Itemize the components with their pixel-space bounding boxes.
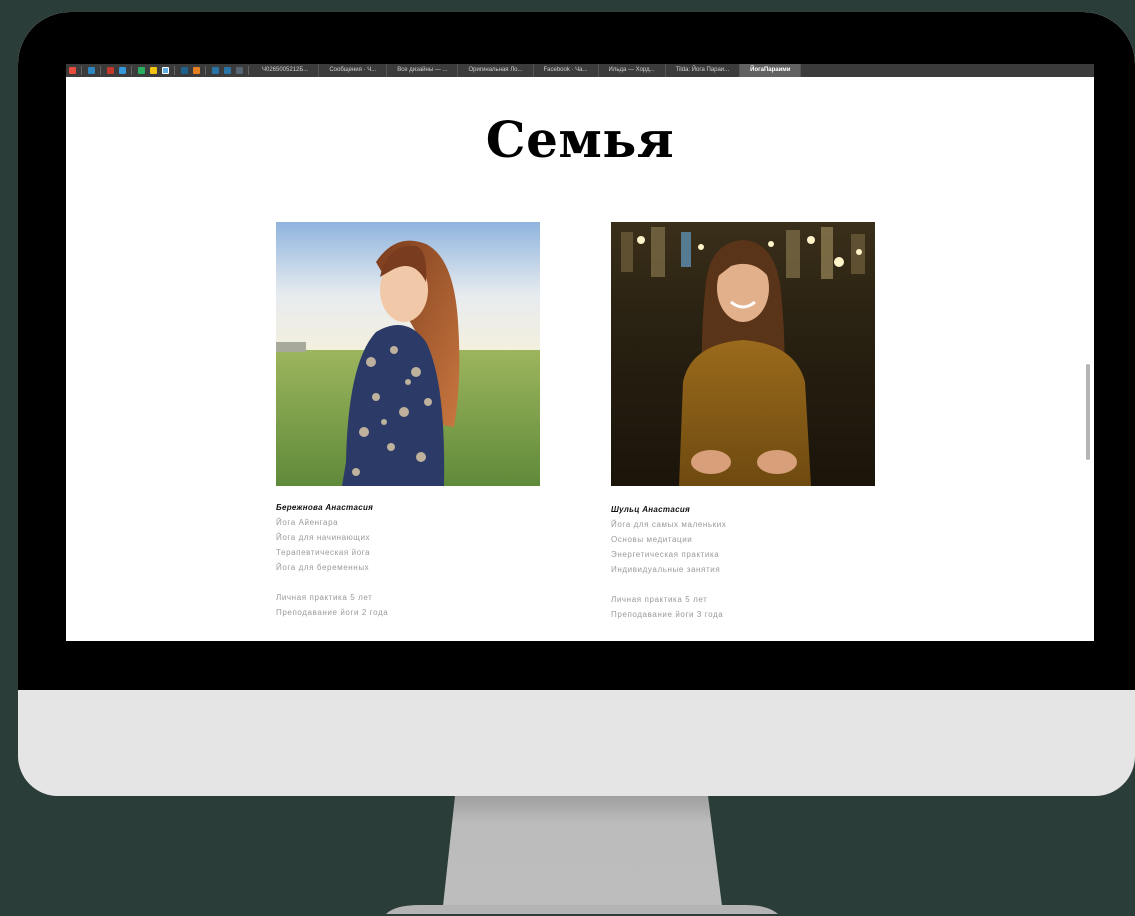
member-practice: Йога для начинающих — [276, 533, 371, 542]
member-practice: Йога для беременных — [276, 563, 370, 572]
member-practice: Энергетическая практика — [611, 550, 720, 559]
member-name: Бережнова Анастасия — [276, 503, 374, 512]
bookmark-icon[interactable] — [212, 67, 219, 74]
member-experience: Личная практика 5 лет — [276, 593, 373, 602]
separator — [100, 66, 101, 75]
member-card: Бережнова Анастасия Йога Айенгара Йога д… — [276, 222, 540, 620]
page-title: Семья — [485, 110, 675, 169]
member-experience: Преподавание йоги 2 года — [276, 608, 389, 617]
member-photo — [611, 222, 875, 486]
browser-tab[interactable]: Facebook · Ча... — [534, 64, 599, 77]
separator — [248, 66, 249, 75]
member-practice: Основы медитации — [611, 535, 693, 544]
bookmark-icon[interactable] — [88, 67, 95, 74]
browser-tab[interactable]: Сообщения · Ч... — [319, 64, 388, 77]
browser-tab[interactable]: Оригинальная Ло... — [458, 64, 534, 77]
bookmark-icon[interactable] — [181, 67, 188, 74]
browser-viewport: Ч0265005212Б... Сообщения · Ч... Все диз… — [66, 64, 1094, 641]
member-practice: Йога Айенгара — [276, 518, 339, 527]
bookmark-icon[interactable] — [162, 67, 169, 74]
separator — [131, 66, 132, 75]
browser-tab[interactable]: Все дизайны — ... — [387, 64, 459, 77]
browser-tab[interactable]: Tilda: Йога Параи... — [666, 64, 741, 77]
member-photo — [276, 222, 540, 486]
browser-tab[interactable]: Ильда — Хорд... — [599, 64, 666, 77]
browser-tab-active[interactable]: ЙогаПараими — [740, 64, 802, 77]
member-experience: Преподавание йоги 3 года — [611, 610, 724, 619]
bookmark-icon[interactable] — [150, 67, 157, 74]
member-practice: Йога для самых маленьких — [611, 520, 727, 529]
bookmark-icon[interactable] — [107, 67, 114, 74]
member-name: Шульц Анастасия — [611, 505, 691, 514]
separator — [81, 66, 82, 75]
separator — [205, 66, 206, 75]
member-practice: Индивидуальные занятия — [611, 565, 721, 574]
scrollbar-thumb[interactable] — [1086, 364, 1090, 460]
member-experience: Личная практика 5 лет — [611, 595, 708, 604]
separator — [174, 66, 175, 75]
browser-app-icon[interactable] — [69, 67, 76, 74]
browser-tab-bar: Ч0265005212Б... Сообщения · Ч... Все диз… — [66, 64, 1094, 77]
member-card: Шульц Анастасия Йога для самых маленьких… — [611, 222, 875, 622]
bookmark-icon[interactable] — [224, 67, 231, 74]
bookmark-icon[interactable] — [138, 67, 145, 74]
browser-tab[interactable]: Ч0265005212Б... — [252, 64, 320, 77]
member-practice: Терапевтическая йога — [276, 548, 371, 557]
bookmark-icon[interactable] — [193, 67, 200, 74]
bookmark-icon[interactable] — [119, 67, 126, 74]
bookmark-icon[interactable] — [236, 67, 243, 74]
